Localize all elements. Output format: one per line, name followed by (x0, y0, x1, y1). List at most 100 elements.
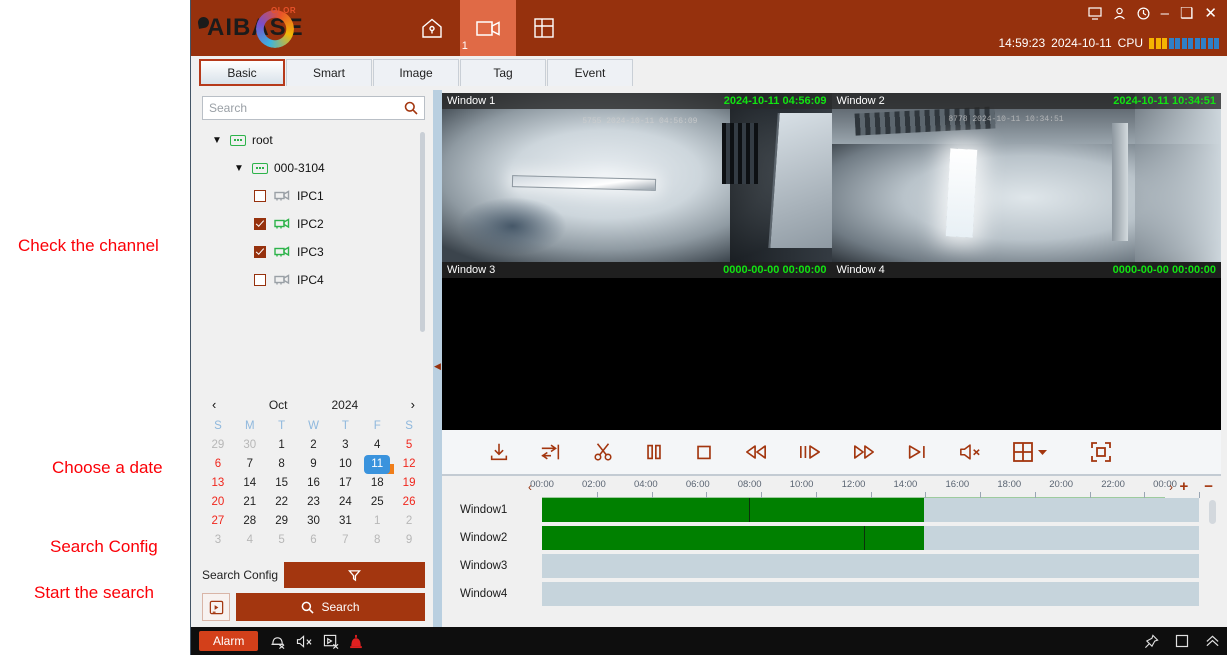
caret-down-icon[interactable]: ▼ (210, 135, 224, 146)
calendar-day[interactable]: 1 (266, 436, 298, 455)
tree-item-ipc4[interactable]: IPC4 (202, 266, 425, 294)
stop-icon[interactable] (694, 441, 714, 463)
timeline-recording-segment[interactable] (542, 526, 925, 550)
calendar-day[interactable]: 19 (393, 474, 425, 493)
calendar-day-selected[interactable]: 11 (364, 455, 391, 474)
calendar-day[interactable]: 11 (360, 455, 395, 474)
next-frame-icon[interactable] (906, 441, 928, 463)
calendar-day[interactable]: 18 (361, 474, 393, 493)
channel-checkbox[interactable] (254, 246, 266, 258)
timeline-track[interactable] (542, 554, 1199, 578)
calendar-day[interactable]: 3 (329, 436, 361, 455)
tab-image[interactable]: Image (373, 59, 459, 86)
nav-playback-button[interactable]: 1 (459, 0, 516, 56)
clip-mark-icon[interactable] (540, 441, 562, 463)
calendar-day[interactable]: 13 (202, 474, 234, 493)
power-icon[interactable] (1137, 7, 1150, 20)
calendar-day[interactable]: 1 (361, 512, 393, 531)
alarm-bell-icon[interactable] (349, 634, 363, 649)
alarm-mute-icon[interactable] (270, 634, 286, 649)
grid-layout-dropdown[interactable] (1012, 441, 1047, 463)
maximize-button[interactable]: ❑ (1180, 6, 1193, 21)
calendar-day[interactable]: 20 (202, 493, 234, 512)
timeline-zoom-in[interactable]: + (1179, 478, 1188, 495)
search-icon[interactable] (404, 101, 418, 115)
calendar-day[interactable]: 23 (298, 493, 330, 512)
calendar-month[interactable]: Oct (269, 398, 288, 412)
timeline-recording-segment[interactable] (542, 498, 925, 522)
tree-item-ipc2[interactable]: IPC2 (202, 210, 425, 238)
search-box[interactable] (202, 96, 425, 120)
calendar-day[interactable]: 9 (393, 531, 425, 550)
screen-mute-icon[interactable] (323, 634, 339, 649)
calendar-day[interactable]: 8 (361, 531, 393, 550)
tree-item-root[interactable]: ▼ root (202, 126, 425, 154)
search-input[interactable] (209, 101, 404, 115)
calendar-day[interactable]: 29 (202, 436, 234, 455)
fast-forward-icon[interactable] (852, 441, 876, 463)
calendar-day[interactable]: 15 (266, 474, 298, 493)
screen-icon[interactable] (1088, 7, 1102, 20)
minimize-button[interactable]: – (1161, 6, 1169, 21)
sidebar-collapse-handle[interactable]: ◀ (433, 90, 442, 643)
calendar-day[interactable]: 9 (298, 455, 330, 474)
frame-step-icon[interactable] (798, 441, 822, 463)
caret-down-icon[interactable]: ▼ (232, 163, 246, 174)
calendar-day[interactable]: 31 (329, 512, 361, 531)
download-icon[interactable] (488, 441, 510, 463)
sound-mute-icon[interactable] (296, 634, 313, 649)
tab-event[interactable]: Event (547, 59, 633, 86)
calendar-day[interactable]: 30 (234, 436, 266, 455)
calendar-next-button[interactable]: › (411, 397, 415, 412)
nav-home-button[interactable] (404, 0, 460, 56)
timeline-scrollbar[interactable] (1209, 500, 1216, 524)
export-device-button[interactable] (202, 593, 230, 621)
tree-item-ipc3[interactable]: IPC3 (202, 238, 425, 266)
calendar-day[interactable]: 16 (298, 474, 330, 493)
window-icon[interactable] (1175, 634, 1189, 648)
calendar-day[interactable]: 27 (202, 512, 234, 531)
timeline-track[interactable] (542, 492, 1200, 522)
fullscreen-icon[interactable] (1089, 440, 1113, 464)
timeline-zoom-out[interactable]: − (1204, 478, 1213, 495)
calendar-day[interactable]: 29 (266, 512, 298, 531)
close-button[interactable]: ✕ (1204, 6, 1217, 21)
tree-item-ipc1[interactable]: IPC1 (202, 182, 425, 210)
calendar-day[interactable]: 12 (393, 455, 425, 474)
timeline-track[interactable] (542, 582, 1199, 606)
video-window-3[interactable]: Window 3 0000-00-00 00:00:00 (442, 261, 832, 430)
channel-checkbox[interactable] (254, 274, 266, 286)
calendar-day[interactable]: 7 (234, 455, 266, 474)
calendar-day[interactable]: 3 (202, 531, 234, 550)
timeline-scroll-right[interactable]: › (1169, 480, 1173, 494)
pause-icon[interactable] (644, 441, 664, 463)
nav-layout-button[interactable] (516, 0, 572, 56)
calendar-day[interactable]: 6 (202, 455, 234, 474)
calendar-day[interactable]: 21 (234, 493, 266, 512)
alarm-button[interactable]: Alarm (199, 631, 259, 651)
user-icon[interactable] (1113, 7, 1126, 20)
calendar-year[interactable]: 2024 (331, 398, 358, 412)
collapse-up-icon[interactable] (1205, 634, 1220, 648)
scissors-icon[interactable] (592, 441, 614, 463)
video-window-4[interactable]: Window 4 0000-00-00 00:00:00 (831, 261, 1221, 430)
calendar-day[interactable]: 30 (298, 512, 330, 531)
calendar-day[interactable]: 22 (266, 493, 298, 512)
video-window-1[interactable]: 5755 2024-10-11 04:56:09 Window 1 2024-10-… (442, 93, 832, 262)
calendar-day[interactable]: 2 (393, 512, 425, 531)
calendar-prev-button[interactable]: ‹ (212, 397, 216, 412)
tree-item-000-3104[interactable]: ▼ 000-3104 (202, 154, 425, 182)
calendar-day[interactable]: 2 (298, 436, 330, 455)
tab-smart[interactable]: Smart (286, 59, 372, 86)
video-window-2[interactable]: 8778 2024-10-11 10:34:51 Window 2 2024-10-… (831, 93, 1221, 262)
channel-checkbox[interactable] (254, 190, 266, 202)
rewind-icon[interactable] (744, 441, 768, 463)
search-config-button[interactable] (284, 562, 425, 588)
calendar-day[interactable]: 25 (361, 493, 393, 512)
calendar-day[interactable]: 6 (298, 531, 330, 550)
tree-scrollbar[interactable] (420, 132, 425, 332)
search-button[interactable]: Search (236, 593, 425, 621)
calendar-day[interactable]: 26 (393, 493, 425, 512)
calendar-day[interactable]: 5 (266, 531, 298, 550)
calendar-day[interactable]: 8 (266, 455, 298, 474)
